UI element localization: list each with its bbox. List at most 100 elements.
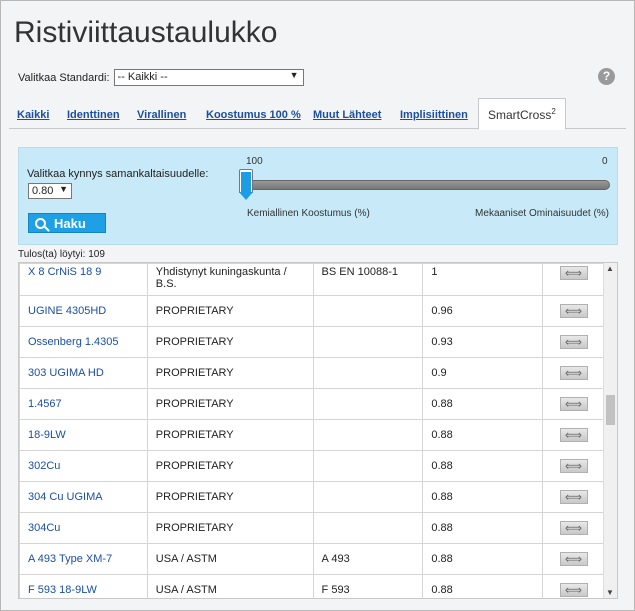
- material-name-cell: 1.4567: [19, 388, 148, 420]
- material-name-link[interactable]: 304Cu: [28, 522, 60, 534]
- scroll-down-icon[interactable]: ▼: [606, 588, 614, 597]
- compare-cell: ⟺: [542, 481, 605, 513]
- chevron-down-icon: ▼: [289, 70, 299, 80]
- similarity-cell: 0.93: [431, 336, 453, 348]
- country-cell: PROPRIETARY: [146, 512, 314, 544]
- similarity-cell: 0.9: [422, 357, 544, 389]
- tab-koostumus[interactable]: Koostumus 100 %: [206, 109, 301, 121]
- country-cell: PROPRIETARY: [146, 388, 314, 420]
- search-button[interactable]: Haku: [28, 213, 106, 233]
- similarity-cell: 0.88: [431, 553, 453, 565]
- scrollbar[interactable]: ▲ ▼: [603, 263, 617, 598]
- material-name-cell: 304 Cu UGIMA: [19, 481, 148, 513]
- similarity-cell: 0.88: [431, 398, 453, 410]
- tab-smartcross-label: SmartCross: [488, 108, 552, 122]
- table-row: A 493 Type XM-7 USA / ASTM A 493 0.88 ⟺: [19, 543, 605, 575]
- country-cell: PROPRIETARY: [155, 522, 234, 534]
- country-cell: Yhdistynyt kuningaskunta / B.S.: [155, 266, 287, 290]
- compare-arrows-icon[interactable]: ⟺: [559, 266, 588, 280]
- table-row: UGINE 4305HD PROPRIETARY 0.96 ⟺: [19, 295, 605, 327]
- results-table-wrapper: X 8 CrNiS 18 9 Yhdistynyt kuningaskunta /…: [18, 262, 618, 599]
- compare-cell: ⟺: [542, 574, 605, 598]
- similarity-cell: 0.88: [422, 574, 544, 598]
- country-cell: PROPRIETARY: [146, 419, 314, 451]
- similarity-cell: 0.88: [431, 522, 453, 534]
- similarity-cell: 1: [431, 266, 438, 278]
- scroll-thumb[interactable]: [606, 395, 615, 425]
- compare-cell: ⟺: [542, 419, 605, 451]
- tab-kaikki[interactable]: Kaikki: [17, 109, 49, 121]
- standard-cell: BS EN 10088-1: [312, 263, 424, 296]
- help-icon[interactable]: ?: [598, 68, 615, 85]
- compare-arrows-icon[interactable]: ⟺: [559, 366, 588, 380]
- compare-arrows-icon[interactable]: ⟺: [559, 335, 588, 349]
- tab-smartcross-sup: 2: [551, 107, 556, 116]
- scroll-up-icon[interactable]: ▲: [606, 264, 614, 273]
- tab-virallinen[interactable]: Virallinen: [137, 109, 186, 121]
- material-name-cell: UGINE 4305HD: [19, 295, 148, 327]
- country-cell: PROPRIETARY: [146, 481, 314, 513]
- compare-arrows-icon[interactable]: ⟺: [559, 459, 588, 473]
- tab-bar: Kaikki Identtinen Virallinen Koostumus 1…: [9, 98, 626, 130]
- tab-implisiittinen[interactable]: Implisiittinen: [400, 109, 468, 121]
- compare-cell: ⟺: [542, 357, 605, 389]
- compare-arrows-icon[interactable]: ⟺: [559, 521, 588, 535]
- compare-arrows-icon[interactable]: ⟺: [559, 490, 588, 504]
- smartcross-panel: Valitkaa kynnys samankaltaisuudelle: 0.8…: [18, 147, 618, 245]
- material-name-link[interactable]: 1.4567: [28, 398, 62, 410]
- similarity-cell: 0.88: [422, 450, 544, 482]
- table-row: 1.4567 PROPRIETARY 0.88 ⟺: [19, 388, 605, 420]
- table-row: 304Cu PROPRIETARY 0.88 ⟺: [19, 512, 605, 544]
- country-cell: PROPRIETARY: [155, 491, 234, 503]
- slider-right-label: Mekaaniset Ominaisuudet (%): [475, 208, 609, 219]
- page-title: Ristiviittaustaulukko: [14, 16, 278, 49]
- slider-handle[interactable]: [239, 169, 253, 200]
- table-row: F 593 18-9LW USA / ASTM F 593 0.88 ⟺: [19, 574, 605, 598]
- material-name-link[interactable]: 302Cu: [28, 460, 60, 472]
- slider-track[interactable]: [241, 180, 610, 190]
- standard-select[interactable]: -- Kaikki -- ▼: [113, 69, 304, 86]
- material-name-cell: Ossenberg 1.4305: [19, 326, 148, 358]
- material-name-link[interactable]: UGINE 4305HD: [28, 305, 106, 317]
- standard-cell: F 593: [321, 584, 350, 596]
- compare-arrows-icon[interactable]: ⟺: [559, 583, 588, 597]
- chevron-down-icon: ▼: [59, 184, 68, 194]
- tab-smartcross[interactable]: SmartCross2: [478, 98, 566, 130]
- material-name-link[interactable]: F 593 18-9LW: [28, 584, 97, 596]
- compare-arrows-icon[interactable]: ⟺: [559, 397, 588, 411]
- compare-cell: ⟺: [542, 326, 605, 358]
- country-cell: USA / ASTM: [155, 553, 217, 565]
- standard-cell: A 493: [321, 553, 350, 565]
- compare-cell: ⟺: [542, 263, 605, 296]
- similarity-cell: 0.96: [431, 305, 453, 317]
- material-name-link[interactable]: A 493 Type XM-7: [28, 553, 112, 565]
- similarity-cell: 0.88: [431, 584, 453, 596]
- slider-left-label: Kemiallinen Koostumus (%): [247, 208, 370, 219]
- search-icon: [35, 217, 46, 229]
- compare-arrows-icon[interactable]: ⟺: [559, 304, 588, 318]
- material-name-cell: F 593 18-9LW: [19, 574, 148, 598]
- similarity-cell: 1: [422, 263, 544, 296]
- standard-row: Valitkaa Standardi: -- Kaikki -- ▼: [18, 69, 304, 86]
- tab-muut-lahteet[interactable]: Muut Lähteet: [313, 109, 381, 121]
- country-cell: USA / ASTM: [155, 584, 217, 596]
- table-row: 304 Cu UGIMA PROPRIETARY 0.88 ⟺: [19, 481, 605, 513]
- threshold-select[interactable]: 0.80 ▼: [28, 183, 72, 199]
- country-cell: PROPRIETARY: [155, 460, 234, 472]
- material-name-link[interactable]: 18-9LW: [28, 429, 66, 441]
- standard-cell: A 493: [312, 543, 424, 575]
- compare-cell: ⟺: [542, 388, 605, 420]
- compare-arrows-icon[interactable]: ⟺: [559, 552, 588, 566]
- standard-selected-value: -- Kaikki --: [117, 71, 168, 83]
- material-name-link[interactable]: 303 UGIMA HD: [28, 367, 104, 379]
- material-name-link[interactable]: 304 Cu UGIMA: [28, 491, 103, 503]
- material-name-link[interactable]: X 8 CrNiS 18 9: [28, 266, 101, 278]
- material-name-link[interactable]: Ossenberg 1.4305: [28, 336, 119, 348]
- compare-arrows-icon[interactable]: ⟺: [559, 428, 588, 442]
- app-frame: Ristiviittaustaulukko Valitkaa Standardi…: [0, 0, 635, 611]
- tab-identtinen[interactable]: Identtinen: [67, 109, 120, 121]
- standard-cell: [312, 481, 424, 513]
- material-name-cell: 304Cu: [19, 512, 148, 544]
- result-count: Tulos(ta) löytyi: 109: [18, 249, 105, 260]
- slider-handle-fill: [241, 172, 251, 192]
